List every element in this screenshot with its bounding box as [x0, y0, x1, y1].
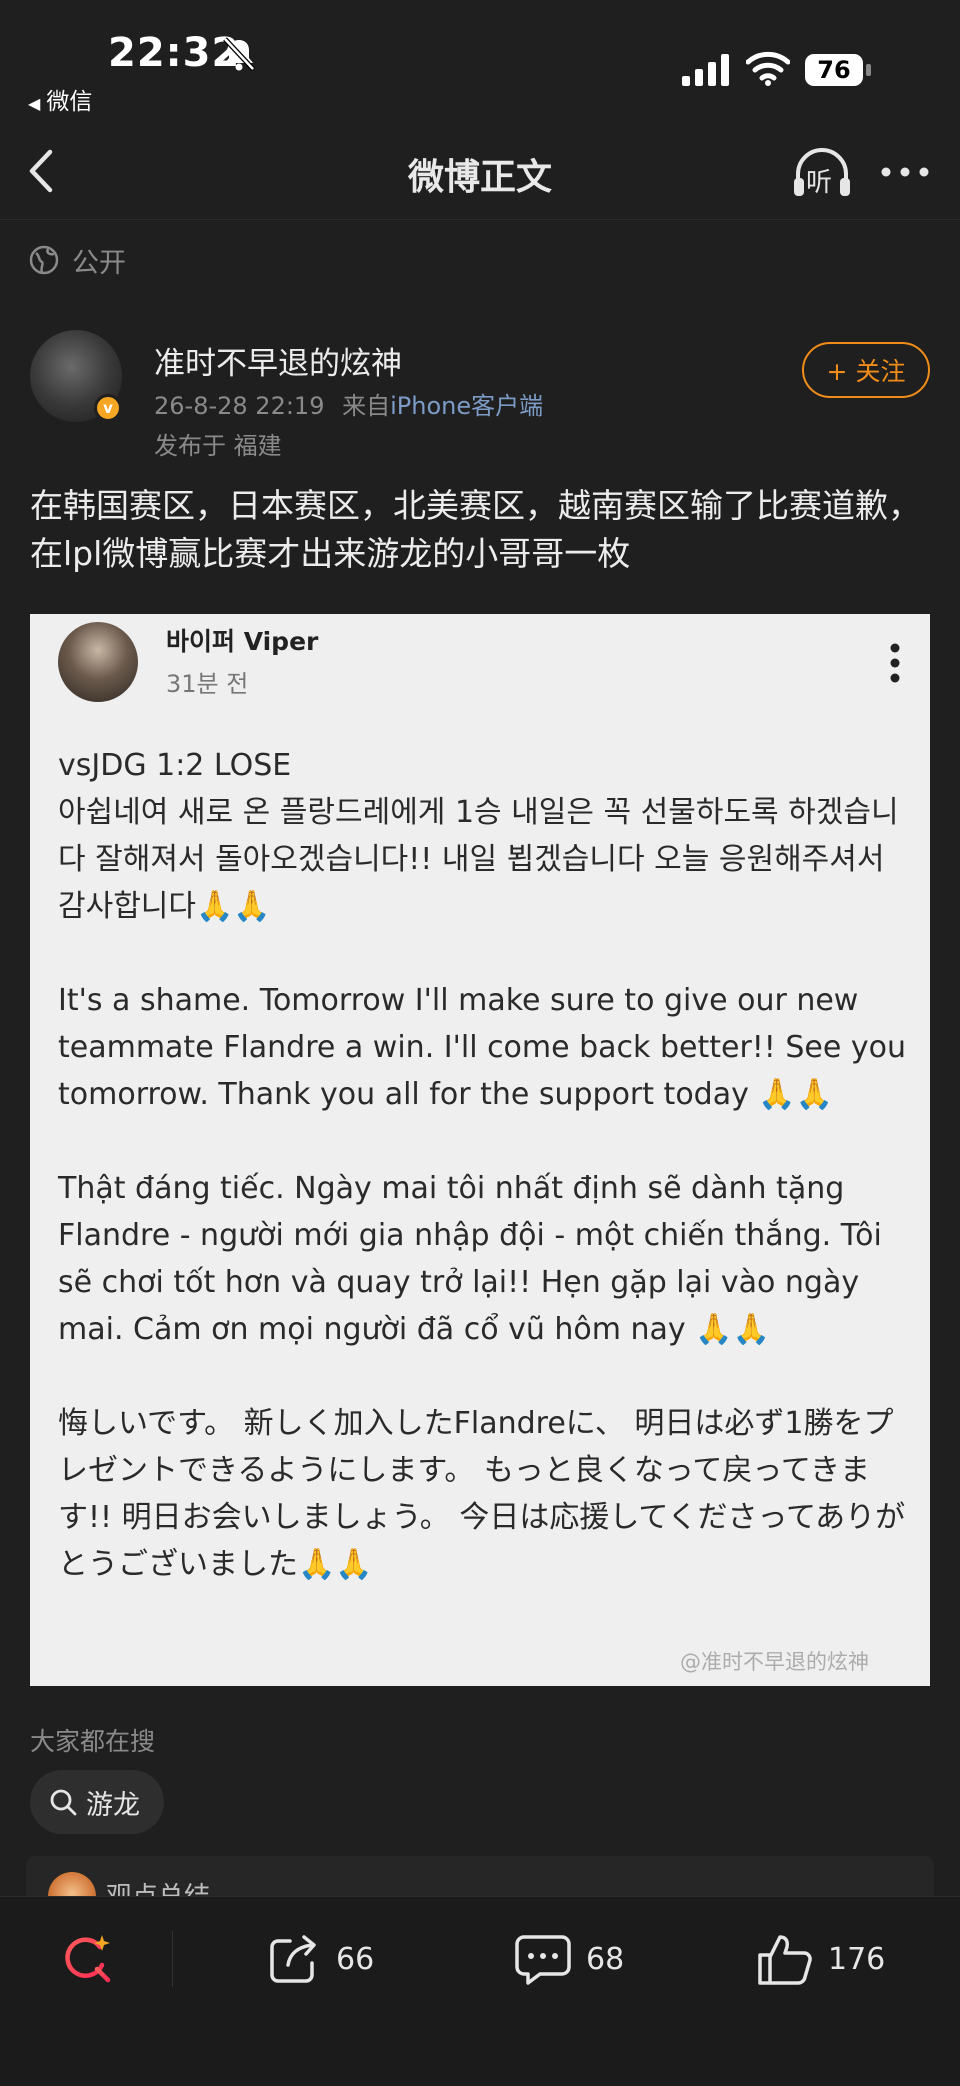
status-bar: 22:32 ◀ 微信 76 — [0, 0, 960, 120]
listen-button[interactable]: 听 — [790, 146, 854, 202]
image-post-time: 31분 전 — [166, 670, 249, 698]
post-image[interactable]: 바이퍼 Viper 31분 전 vsJDG 1:2 LOSE 아쉽네여 새로 온… — [30, 614, 930, 1686]
bottom-divider — [172, 1931, 173, 1987]
bottom-action-bar: 66 68 176 — [0, 1896, 960, 2086]
source-prefix: 来自 — [342, 392, 391, 420]
cellular-signal-icon — [682, 54, 729, 86]
verified-badge: v — [94, 394, 122, 422]
like-count: 176 — [828, 1941, 886, 1977]
visibility-row: 公开 — [28, 240, 126, 280]
image-paragraph-japanese: 悔しいです。 新しく加入したFlandreに、 明日は必ず1勝をプレゼントできる… — [58, 1406, 906, 1582]
comment-count: 68 — [586, 1941, 625, 1977]
follow-button[interactable]: + 关注 — [802, 342, 930, 398]
post-meta: 26-8-28 22:19 来自iPhone客户端 — [154, 386, 543, 421]
hot-search-label: 大家都在搜 — [30, 1727, 156, 1756]
author-name[interactable]: 准时不早退的炫神 — [154, 338, 402, 383]
more-options-icon[interactable] — [880, 162, 930, 182]
post-text: 在韩国赛区，日本赛区，北美赛区，越南赛区输了比赛道歉，在lpl微博赢比赛才出来游… — [30, 486, 921, 573]
hot-search-term: 游龙 — [86, 1789, 140, 1821]
hot-search-chip[interactable]: 游龙 — [30, 1770, 164, 1834]
search-icon — [50, 1789, 77, 1816]
globe-icon — [29, 245, 59, 275]
listen-label: 听 — [806, 168, 833, 198]
wifi-icon — [746, 51, 790, 86]
post-date: 26-8-28 22:19 — [154, 392, 325, 420]
repost-icon — [270, 1935, 316, 1983]
image-watermark: @准时不早退的炫神 — [680, 1650, 869, 1674]
image-more-icon — [890, 643, 900, 683]
back-to-app-link[interactable]: ◀ 微信 — [28, 82, 92, 116]
back-triangle-icon: ◀ — [28, 94, 41, 113]
author-avatar[interactable]: v — [30, 330, 122, 422]
image-author-avatar — [58, 622, 138, 702]
comment-icon — [515, 1935, 571, 1985]
thumbs-up-icon — [758, 1935, 812, 1985]
image-author-name: 바이퍼 Viper — [166, 627, 319, 656]
post-source[interactable]: iPhone客户端 — [390, 392, 543, 420]
battery-indicator: 76 — [804, 52, 872, 88]
like-button[interactable]: 176 — [756, 1927, 885, 1991]
nav-bar: 微博正文 听 — [0, 128, 960, 220]
repost-button[interactable]: 66 — [266, 1927, 374, 1991]
bell-muted-icon — [223, 37, 255, 71]
status-time: 22:32 — [108, 30, 241, 76]
image-body: vsJDG 1:2 LOSE 아쉽네여 새로 온 플랑드레에게 1승 내일은 꼭… — [58, 742, 914, 1635]
battery-level: 76 — [817, 56, 851, 84]
post-location: 发布于 福建 — [154, 432, 282, 460]
comment-button[interactable]: 68 — [514, 1927, 624, 1991]
repost-count: 66 — [336, 1941, 375, 1977]
image-paragraph-korean: vsJDG 1:2 LOSE 아쉽네여 새로 온 플랑드레에게 1승 내일은 꼭… — [58, 748, 899, 924]
image-paragraph-vietnamese: Thật đáng tiếc. Ngày mai tôi nhất định s… — [58, 1171, 882, 1347]
ai-search-icon — [65, 1935, 111, 1983]
ai-search-button[interactable] — [56, 1927, 120, 1991]
image-paragraph-english: It's a shame. Tomorrow I'll make sure to… — [58, 983, 906, 1112]
visibility-label: 公开 — [72, 247, 126, 279]
back-app-label: 微信 — [46, 89, 93, 115]
